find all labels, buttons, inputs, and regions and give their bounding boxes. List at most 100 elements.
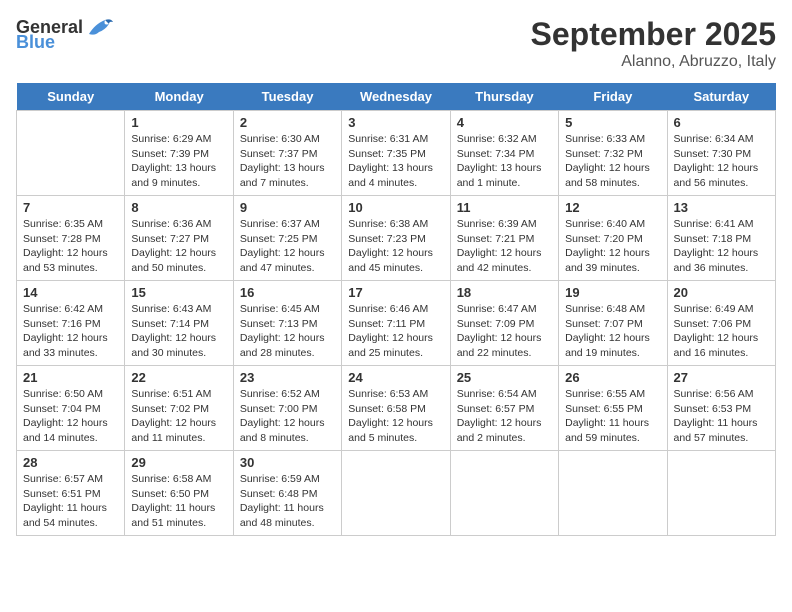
calendar-table: Sunday Monday Tuesday Wednesday Thursday… — [16, 83, 776, 536]
day-cell: 27Sunrise: 6:56 AM Sunset: 6:53 PM Dayli… — [667, 366, 775, 451]
day-number: 24 — [348, 370, 443, 385]
day-detail: Sunrise: 6:45 AM Sunset: 7:13 PM Dayligh… — [240, 302, 335, 361]
day-cell — [17, 111, 125, 196]
day-number: 15 — [131, 285, 226, 300]
day-cell: 13 Sunrise: 6:41 AM Sunset: 7:18 PM Dayli… — [667, 196, 775, 281]
day-detail: Sunrise: 6:40 AM Sunset: 7:20 PM Dayligh… — [565, 217, 660, 276]
day-detail: Sunrise: 6:41 AM Sunset: 7:18 PM Dayligh… — [674, 217, 769, 276]
day-number: 5 — [565, 115, 660, 130]
day-cell: 26 Sunrise: 6:55 AM Sunset: 6:55 PM Dayli… — [559, 366, 667, 451]
day-detail: Sunrise: 6:47 AM Sunset: 7:09 PM Dayligh… — [457, 302, 552, 361]
day-cell: 10Sunrise: 6:38 AM Sunset: 7:23 PM Dayli… — [342, 196, 450, 281]
day-cell: 2Sunrise: 6:30 AM Sunset: 7:37 PM Daylig… — [233, 111, 341, 196]
day-cell — [559, 451, 667, 536]
day-number: 26 — [565, 370, 660, 385]
month-title: September 2025 — [531, 16, 776, 53]
day-cell: 3 Sunrise: 6:31 AM Sunset: 7:35 PM Daylig… — [342, 111, 450, 196]
page-header: General Blue September 2025 Alanno, Abru… — [16, 16, 776, 71]
day-detail: Sunrise: 6:54 AM Sunset: 6:57 PM Dayligh… — [457, 387, 552, 446]
day-number: 16 — [240, 285, 335, 300]
day-cell: 15 Sunrise: 6:43 AM Sunset: 7:14 PM Dayli… — [125, 281, 233, 366]
day-cell: 20 Sunrise: 6:49 AM Sunset: 7:06 PM Dayli… — [667, 281, 775, 366]
logo-blue: Blue — [16, 32, 55, 53]
day-number: 3 — [348, 115, 443, 130]
location-title: Alanno, Abruzzo, Italy — [531, 53, 776, 71]
day-number: 11 — [457, 200, 552, 215]
day-cell: 14Sunrise: 6:42 AM Sunset: 7:16 PM Dayli… — [17, 281, 125, 366]
header-thursday: Thursday — [450, 83, 558, 111]
day-detail: Sunrise: 6:42 AM Sunset: 7:16 PM Dayligh… — [23, 302, 118, 361]
day-detail: Sunrise: 6:34 AM Sunset: 7:30 PM Dayligh… — [674, 132, 769, 191]
day-number: 30 — [240, 455, 335, 470]
day-cell: 28 Sunrise: 6:57 AM Sunset: 6:51 PM Dayli… — [17, 451, 125, 536]
day-number: 28 — [23, 455, 118, 470]
day-number: 9 — [240, 200, 335, 215]
day-number: 29 — [131, 455, 226, 470]
day-cell: 7 Sunrise: 6:35 AM Sunset: 7:28 PM Daylig… — [17, 196, 125, 281]
day-cell: 11 Sunrise: 6:39 AM Sunset: 7:21 PM Dayli… — [450, 196, 558, 281]
header-wednesday: Wednesday — [342, 83, 450, 111]
day-cell: 5Sunrise: 6:33 AM Sunset: 7:32 PM Daylig… — [559, 111, 667, 196]
day-detail: Sunrise: 6:29 AM Sunset: 7:39 PM Dayligh… — [131, 132, 226, 191]
day-cell — [450, 451, 558, 536]
day-detail: Sunrise: 6:31 AM Sunset: 7:35 PM Dayligh… — [348, 132, 443, 191]
day-detail: Sunrise: 6:39 AM Sunset: 7:21 PM Dayligh… — [457, 217, 552, 276]
week-row-5: 28 Sunrise: 6:57 AM Sunset: 6:51 PM Dayli… — [17, 451, 776, 536]
day-cell: 17 Sunrise: 6:46 AM Sunset: 7:11 PM Dayli… — [342, 281, 450, 366]
day-number: 18 — [457, 285, 552, 300]
day-cell: 25 Sunrise: 6:54 AM Sunset: 6:57 PM Dayli… — [450, 366, 558, 451]
day-number: 2 — [240, 115, 335, 130]
day-detail: Sunrise: 6:58 AM Sunset: 6:50 PM Dayligh… — [131, 472, 226, 531]
day-cell — [342, 451, 450, 536]
day-detail: Sunrise: 6:36 AM Sunset: 7:27 PM Dayligh… — [131, 217, 226, 276]
week-row-3: 14Sunrise: 6:42 AM Sunset: 7:16 PM Dayli… — [17, 281, 776, 366]
day-cell: 23 Sunrise: 6:52 AM Sunset: 7:00 PM Dayli… — [233, 366, 341, 451]
day-number: 7 — [23, 200, 118, 215]
header-friday: Friday — [559, 83, 667, 111]
day-cell: 1 Sunrise: 6:29 AM Sunset: 7:39 PM Daylig… — [125, 111, 233, 196]
day-detail: Sunrise: 6:59 AM Sunset: 6:48 PM Dayligh… — [240, 472, 335, 531]
day-number: 17 — [348, 285, 443, 300]
logo-bird-icon — [85, 16, 113, 38]
day-detail: Sunrise: 6:55 AM Sunset: 6:55 PM Dayligh… — [565, 387, 660, 446]
day-detail: Sunrise: 6:35 AM Sunset: 7:28 PM Dayligh… — [23, 217, 118, 276]
day-cell: 8Sunrise: 6:36 AM Sunset: 7:27 PM Daylig… — [125, 196, 233, 281]
logo: General Blue — [16, 16, 113, 53]
day-cell: 18 Sunrise: 6:47 AM Sunset: 7:09 PM Dayli… — [450, 281, 558, 366]
day-number: 22 — [131, 370, 226, 385]
day-detail: Sunrise: 6:52 AM Sunset: 7:00 PM Dayligh… — [240, 387, 335, 446]
day-number: 12 — [565, 200, 660, 215]
day-number: 23 — [240, 370, 335, 385]
day-detail: Sunrise: 6:46 AM Sunset: 7:11 PM Dayligh… — [348, 302, 443, 361]
day-detail: Sunrise: 6:57 AM Sunset: 6:51 PM Dayligh… — [23, 472, 118, 531]
day-detail: Sunrise: 6:56 AM Sunset: 6:53 PM Dayligh… — [674, 387, 769, 446]
day-detail: Sunrise: 6:37 AM Sunset: 7:25 PM Dayligh… — [240, 217, 335, 276]
day-detail: Sunrise: 6:32 AM Sunset: 7:34 PM Dayligh… — [457, 132, 552, 191]
day-detail: Sunrise: 6:49 AM Sunset: 7:06 PM Dayligh… — [674, 302, 769, 361]
day-cell: 30 Sunrise: 6:59 AM Sunset: 6:48 PM Dayli… — [233, 451, 341, 536]
day-number: 19 — [565, 285, 660, 300]
header-saturday: Saturday — [667, 83, 775, 111]
weekday-header-row: Sunday Monday Tuesday Wednesday Thursday… — [17, 83, 776, 111]
week-row-1: 1 Sunrise: 6:29 AM Sunset: 7:39 PM Daylig… — [17, 111, 776, 196]
day-detail: Sunrise: 6:38 AM Sunset: 7:23 PM Dayligh… — [348, 217, 443, 276]
day-number: 25 — [457, 370, 552, 385]
day-detail: Sunrise: 6:48 AM Sunset: 7:07 PM Dayligh… — [565, 302, 660, 361]
title-section: September 2025 Alanno, Abruzzo, Italy — [531, 16, 776, 71]
day-number: 13 — [674, 200, 769, 215]
day-cell — [667, 451, 775, 536]
day-number: 20 — [674, 285, 769, 300]
day-cell: 19 Sunrise: 6:48 AM Sunset: 7:07 PM Dayli… — [559, 281, 667, 366]
day-detail: Sunrise: 6:50 AM Sunset: 7:04 PM Dayligh… — [23, 387, 118, 446]
day-cell: 16 Sunrise: 6:45 AM Sunset: 7:13 PM Dayli… — [233, 281, 341, 366]
day-cell: 12 Sunrise: 6:40 AM Sunset: 7:20 PM Dayli… — [559, 196, 667, 281]
day-number: 6 — [674, 115, 769, 130]
day-detail: Sunrise: 6:43 AM Sunset: 7:14 PM Dayligh… — [131, 302, 226, 361]
week-row-4: 21 Sunrise: 6:50 AM Sunset: 7:04 PM Dayli… — [17, 366, 776, 451]
week-row-2: 7 Sunrise: 6:35 AM Sunset: 7:28 PM Daylig… — [17, 196, 776, 281]
day-number: 1 — [131, 115, 226, 130]
day-cell: 22 Sunrise: 6:51 AM Sunset: 7:02 PM Dayli… — [125, 366, 233, 451]
day-number: 21 — [23, 370, 118, 385]
header-monday: Monday — [125, 83, 233, 111]
day-detail: Sunrise: 6:51 AM Sunset: 7:02 PM Dayligh… — [131, 387, 226, 446]
